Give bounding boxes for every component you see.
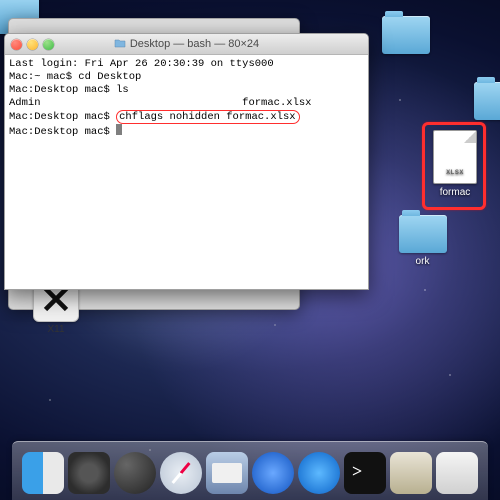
close-button[interactable] — [11, 39, 22, 50]
x11-app-label: X11 — [33, 324, 79, 335]
dock[interactable] — [12, 441, 488, 500]
dock-item-mail[interactable] — [206, 452, 248, 494]
terminal-prompt: Mac:Desktop mac$ — [9, 126, 116, 138]
terminal-line: Admin — [9, 97, 41, 109]
folder-icon[interactable] — [382, 16, 430, 54]
terminal-line: Last login: Fri Apr 26 20:30:39 on ttys0… — [9, 58, 274, 70]
terminal-prompt: Mac:Desktop mac$ — [9, 111, 116, 123]
dock-item-finder[interactable] — [22, 452, 64, 494]
dock-item-appstore[interactable] — [298, 452, 340, 494]
folder-icon[interactable] — [399, 215, 447, 253]
terminal-window[interactable]: Desktop — bash — 80×24 Last login: Fri A… — [4, 33, 369, 290]
terminal-cursor — [116, 124, 122, 135]
dock-item-app[interactable] — [436, 452, 478, 494]
terminal-line: Mac:Desktop mac$ ls — [9, 84, 129, 96]
dock-item-itunes[interactable] — [252, 452, 294, 494]
dock-item-safari[interactable] — [160, 452, 202, 494]
folder-icon[interactable] — [474, 82, 500, 120]
minimize-button[interactable] — [27, 39, 38, 50]
terminal-line: formac.xlsx — [242, 97, 311, 109]
zoom-button[interactable] — [43, 39, 54, 50]
dock-item-terminal[interactable] — [344, 452, 386, 494]
dock-item-app[interactable] — [390, 452, 432, 494]
window-title: Desktop — bash — 80×24 — [5, 38, 368, 51]
terminal-content[interactable]: Last login: Fri Apr 26 20:30:39 on ttys0… — [5, 55, 368, 289]
annotation-highlight-command: chflags nohidden formac.xlsx — [116, 110, 299, 124]
terminal-titlebar[interactable]: Desktop — bash — 80×24 — [5, 34, 368, 55]
terminal-line: Mac:~ mac$ cd Desktop — [9, 71, 141, 83]
folder-label: ork — [416, 256, 430, 267]
annotation-highlight-file — [422, 122, 486, 210]
folder-proxy-icon — [114, 38, 126, 51]
dock-item-dashboard[interactable] — [114, 452, 156, 494]
dock-item-launchpad[interactable] — [68, 452, 110, 494]
